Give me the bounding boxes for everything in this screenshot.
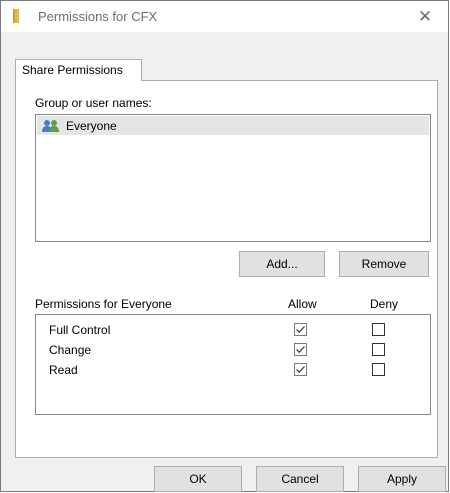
add-button[interactable]: Add...: [239, 251, 325, 277]
permission-row-read: Read: [36, 360, 430, 380]
cancel-button[interactable]: Cancel: [256, 466, 344, 492]
tab-panel: Group or user names: Everyone Add... Rem…: [15, 80, 438, 458]
deny-column-header: Deny: [370, 297, 399, 311]
permission-name: Read: [49, 363, 78, 377]
deny-checkbox-full-control[interactable]: [372, 323, 385, 336]
tab-share-permissions[interactable]: Share Permissions: [15, 59, 142, 81]
user-list[interactable]: Everyone: [35, 114, 431, 242]
list-item[interactable]: Everyone: [37, 116, 429, 135]
remove-button-label: Remove: [361, 257, 407, 271]
allow-checkbox-read[interactable]: [294, 363, 307, 376]
tab-label: Share Permissions: [22, 63, 123, 77]
allow-column-header: Allow: [288, 297, 317, 311]
permissions-header: Permissions for Everyone: [35, 297, 172, 311]
title-bar[interactable]: Permissions for CFX ✕: [1, 1, 448, 32]
close-icon: ✕: [417, 6, 433, 26]
add-button-label: Add...: [266, 257, 298, 271]
apply-button[interactable]: Apply: [358, 466, 446, 492]
checkmark-icon: [296, 366, 305, 374]
cancel-button-label: Cancel: [281, 472, 319, 486]
permissions-list: Full Control Change Read: [35, 314, 431, 415]
checkmark-icon: [296, 346, 305, 354]
ok-button-label: OK: [189, 472, 207, 486]
folder-icon: [11, 8, 27, 24]
users-icon: [41, 119, 63, 133]
allow-checkbox-full-control[interactable]: [294, 323, 307, 336]
apply-button-label: Apply: [386, 472, 418, 486]
permission-row-change: Change: [36, 340, 430, 360]
close-button[interactable]: ✕: [402, 1, 448, 32]
window-title: Permissions for CFX: [38, 9, 158, 24]
user-name: Everyone: [66, 118, 117, 133]
deny-checkbox-read[interactable]: [372, 363, 385, 376]
permission-name: Full Control: [49, 323, 111, 337]
ok-button[interactable]: OK: [154, 466, 242, 492]
permission-row-full-control: Full Control: [36, 320, 430, 340]
deny-checkbox-change[interactable]: [372, 343, 385, 356]
permission-name: Change: [49, 343, 92, 357]
checkmark-icon: [296, 326, 305, 334]
allow-checkbox-change[interactable]: [294, 343, 307, 356]
remove-button[interactable]: Remove: [339, 251, 429, 277]
permissions-dialog: Permissions for CFX ✕ Share Permissions …: [0, 0, 449, 492]
group-or-user-names-label: Group or user names:: [35, 96, 152, 110]
